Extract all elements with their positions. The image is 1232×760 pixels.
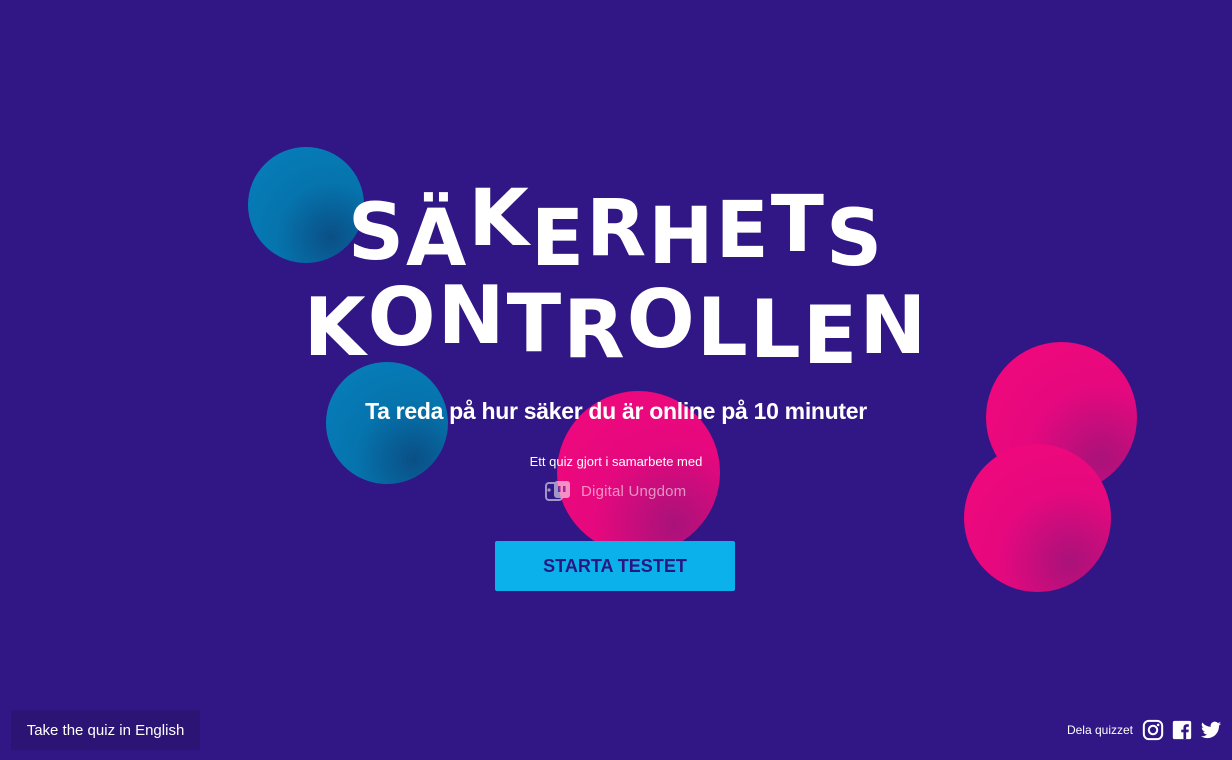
title-letter: S	[825, 194, 885, 284]
share-bar: Dela quizzet	[1067, 718, 1222, 742]
title-letter: K	[303, 281, 368, 374]
title-line-1: SÄKERHETS	[0, 176, 1232, 282]
title-line-2: KONTROLLEN	[0, 272, 1232, 380]
title-letter: T	[770, 180, 826, 270]
title-letter: E	[715, 186, 771, 276]
title-letter: R	[563, 283, 627, 376]
twitter-icon[interactable]	[1200, 719, 1222, 741]
title-letter: H	[648, 192, 716, 282]
title-letter: O	[626, 273, 697, 366]
title-letter: N	[859, 279, 929, 372]
start-test-button[interactable]: STARTA TESTET	[495, 541, 735, 591]
title-letter: K	[468, 174, 531, 264]
collaboration-text: Ett quiz gjort i samarbete med	[529, 454, 703, 469]
title-letter: O	[367, 271, 438, 364]
title-letter: L	[696, 281, 750, 374]
instagram-icon[interactable]	[1142, 719, 1164, 741]
facebook-icon[interactable]	[1171, 719, 1193, 741]
title-letter: N	[437, 269, 507, 362]
title-letter: T	[506, 277, 564, 370]
partner-logo-link[interactable]: Digital Ungdom	[543, 475, 703, 507]
share-label: Dela quizzet	[1066, 723, 1133, 737]
title-letter: R	[586, 184, 649, 274]
subtitle: Ta reda på hur säker du är online på 10 …	[365, 398, 867, 424]
partner-name: Digital Ungdom	[581, 482, 687, 500]
title-letter: E	[802, 289, 860, 382]
english-quiz-button[interactable]: Take the quiz in English	[11, 710, 200, 750]
title-letter: L	[749, 283, 803, 376]
digital-ungdom-logo-icon	[545, 481, 570, 501]
title-letter: S	[347, 188, 406, 278]
title-letter: E	[530, 194, 587, 284]
